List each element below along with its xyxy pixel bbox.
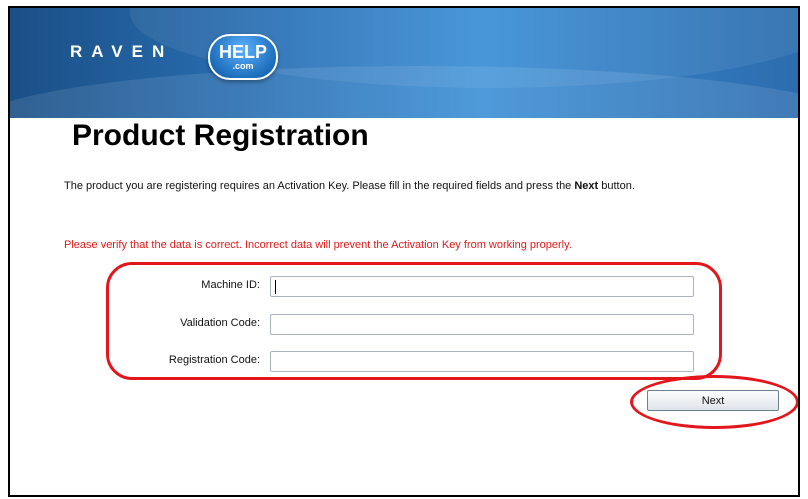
window-frame: RAVEN HELP .com Product Registration The… (8, 6, 800, 497)
help-logo-domain: .com (232, 61, 254, 71)
warning-text: Please verify that the data is correct. … (64, 239, 572, 251)
header-banner: RAVEN HELP .com (10, 8, 798, 118)
help-logo-badge: HELP .com (208, 34, 278, 80)
raven-logo-text: RAVEN (70, 42, 174, 61)
help-logo-text: HELP (218, 42, 267, 62)
fields-highlight-outline (106, 262, 722, 380)
intro-text: The product you are registering requires… (64, 179, 776, 193)
intro-text-start: The product you are registering requires… (64, 180, 575, 192)
next-button-highlight-outline (630, 375, 798, 429)
intro-text-end: button. (598, 180, 635, 192)
intro-text-next-emphasis: Next (574, 180, 599, 192)
page-title: Product Registration (72, 119, 369, 152)
